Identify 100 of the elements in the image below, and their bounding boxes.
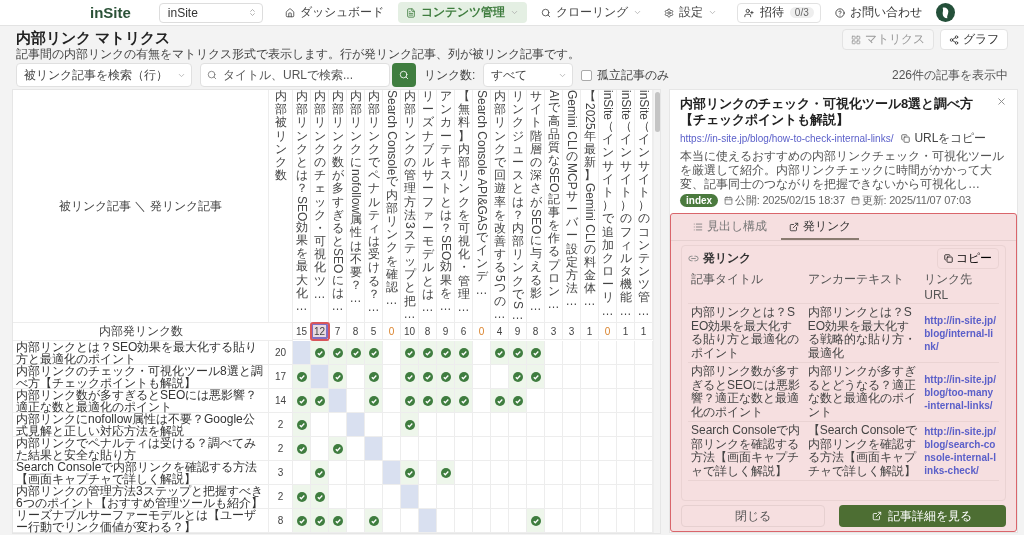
- matrix-cell[interactable]: [419, 461, 437, 486]
- total-cell[interactable]: 8: [347, 323, 365, 341]
- matrix-cell[interactable]: [365, 437, 383, 462]
- matrix-cell[interactable]: [509, 341, 527, 366]
- matrix-cell[interactable]: [401, 509, 419, 534]
- matrix-cell[interactable]: [401, 365, 419, 390]
- matrix-cell[interactable]: [401, 461, 419, 486]
- matrix-cell[interactable]: [437, 485, 455, 510]
- nav-item[interactable]: クローリング: [532, 2, 650, 23]
- matrix-cell[interactable]: [293, 341, 311, 366]
- matrix-cell[interactable]: [437, 341, 455, 366]
- total-cell[interactable]: 9: [509, 323, 527, 341]
- matrix-cell[interactable]: [365, 365, 383, 390]
- matrix-cell[interactable]: [419, 389, 437, 414]
- total-cell[interactable]: 6: [455, 323, 473, 341]
- matrix-cell[interactable]: [509, 365, 527, 390]
- matrix-cell[interactable]: [455, 509, 473, 534]
- matrix-cell[interactable]: [509, 389, 527, 414]
- matrix-cell[interactable]: [293, 413, 311, 438]
- column-header[interactable]: 【無料】内部リンクを可視化・管理…: [455, 90, 473, 324]
- site-select[interactable]: inSite: [158, 2, 263, 23]
- column-header[interactable]: リンクジュースとは？内部リンクでS…: [509, 90, 527, 324]
- column-header[interactable]: 内部リンクとは？SEO効果を最大化…: [293, 90, 311, 324]
- close-icon[interactable]: [996, 96, 1007, 107]
- matrix-cell[interactable]: [311, 485, 329, 510]
- tab[interactable]: 見出し構成: [685, 214, 775, 240]
- matrix-cell[interactable]: [599, 509, 617, 534]
- matrix-cell[interactable]: [401, 389, 419, 414]
- total-cell[interactable]: 3: [563, 323, 581, 341]
- view-button[interactable]: グラフ: [940, 29, 1008, 50]
- matrix-cell[interactable]: [419, 365, 437, 390]
- column-header[interactable]: 内部リンクにnofollow属性は不要？…: [347, 90, 365, 324]
- url-link[interactable]: http://in-site.jp/blog/search-console-internal-links-check/: [924, 425, 996, 477]
- matrix-cell[interactable]: [347, 509, 365, 534]
- total-cell[interactable]: 4: [491, 323, 509, 341]
- matrix-cell[interactable]: [293, 365, 311, 390]
- copy-url-button[interactable]: URLをコピー: [901, 130, 987, 147]
- matrix-cell[interactable]: [365, 341, 383, 366]
- column-header[interactable]: サイト階層の深さがSEOに与える影…: [527, 90, 545, 324]
- matrix-cell[interactable]: [581, 509, 599, 534]
- column-header[interactable]: 内部リンクで回遊率を改善する5つの…: [491, 90, 509, 324]
- matrix-cell[interactable]: [311, 341, 329, 366]
- column-header[interactable]: AIで高品質なSEO記事を作るプロン…: [545, 90, 563, 324]
- row-header[interactable]: 内部リンクでペナルティは受ける？調べてみた結果と安全な貼り方: [13, 437, 269, 462]
- nav-item[interactable]: ダッシュボード: [276, 2, 392, 23]
- total-cell[interactable]: 7: [329, 323, 347, 341]
- matrix-cell[interactable]: [329, 413, 347, 438]
- matrix-cell[interactable]: [293, 509, 311, 534]
- matrix-cell[interactable]: [311, 509, 329, 534]
- column-header[interactable]: アンカーテキストとは？SEO効果を…: [437, 90, 455, 324]
- matrix-cell[interactable]: [491, 341, 509, 366]
- matrix-cell[interactable]: [455, 341, 473, 366]
- column-header[interactable]: 【2025年最新】Gemini CLIの料金体…: [581, 90, 599, 324]
- matrix-cell[interactable]: [365, 461, 383, 486]
- total-cell[interactable]: 8: [419, 323, 437, 341]
- nav-item[interactable]: コンテンツ管理: [397, 2, 527, 23]
- matrix-cell[interactable]: [617, 509, 635, 534]
- matrix-cell[interactable]: [347, 341, 365, 366]
- matrix-cell[interactable]: [311, 461, 329, 486]
- matrix-cell[interactable]: [293, 485, 311, 510]
- matrix-cell[interactable]: [527, 365, 545, 390]
- total-cell[interactable]: 5: [365, 323, 383, 341]
- matrix-cell[interactable]: [527, 509, 545, 534]
- orphan-checkbox[interactable]: 孤立記事のみ: [581, 66, 670, 84]
- matrix-cell[interactable]: [347, 461, 365, 486]
- row-header[interactable]: 内部リンクのチェック・可視化ツール8選と調べ方【チェックポイントも解説】: [13, 365, 269, 390]
- column-header[interactable]: 内部リンクでペナルティは受ける？…: [365, 90, 383, 324]
- copy-button[interactable]: コピー: [937, 248, 999, 269]
- total-cell[interactable]: 9: [437, 323, 455, 341]
- matrix-cell[interactable]: [383, 509, 401, 534]
- column-header[interactable]: 内部リンク数が多すぎるとSEOには…: [329, 90, 347, 324]
- contact-link[interactable]: お問い合わせ: [826, 4, 930, 21]
- matrix-cell[interactable]: [365, 509, 383, 534]
- total-cell[interactable]: 8: [527, 323, 545, 341]
- matrix-cell[interactable]: [491, 389, 509, 414]
- column-header[interactable]: inSite（インサイト）のフィルタ機能…: [617, 90, 635, 324]
- detail-button[interactable]: 記事詳細を見る: [838, 505, 1006, 527]
- tab[interactable]: 発リンク: [781, 214, 859, 240]
- link-count-select[interactable]: すべて: [483, 63, 574, 87]
- close-button[interactable]: 閉じる: [681, 505, 825, 527]
- row-header[interactable]: リーズナブルサーファーモデルとは【ユーザー行動でリンク価値が変わる？】: [13, 509, 269, 534]
- matrix-cell[interactable]: [347, 413, 365, 438]
- matrix-cell[interactable]: [347, 389, 365, 414]
- matrix-cell[interactable]: [311, 389, 329, 414]
- row-header[interactable]: 内部リンクの管理方法3ステップと把握すべき6つのポイント【おすすめ管理ツールも紹介】: [13, 485, 269, 510]
- matrix-cell[interactable]: [509, 509, 527, 534]
- matrix-cell[interactable]: [563, 509, 581, 534]
- column-header[interactable]: リーズナブルサーファーモデルとは…: [419, 90, 437, 324]
- matrix-cell[interactable]: [401, 413, 419, 438]
- row-header[interactable]: Search Consoleで内部リンクを確認する方法【画面キャプチャで詳しく解説】: [13, 461, 269, 486]
- matrix-cell[interactable]: [401, 437, 419, 462]
- matrix-cell[interactable]: [419, 509, 437, 534]
- row-select[interactable]: 被リンク記事を検索（行）: [16, 63, 192, 87]
- matrix-cell[interactable]: [293, 437, 311, 462]
- matrix-cell[interactable]: [455, 389, 473, 414]
- matrix-cell[interactable]: [383, 461, 401, 486]
- matrix-cell[interactable]: [635, 509, 653, 534]
- matrix-cell[interactable]: [545, 509, 563, 534]
- column-header[interactable]: Gemini CLIのMCPサーバー設定方法…: [563, 90, 581, 324]
- column-header[interactable]: Search Console API&GASでインデ…: [473, 90, 491, 324]
